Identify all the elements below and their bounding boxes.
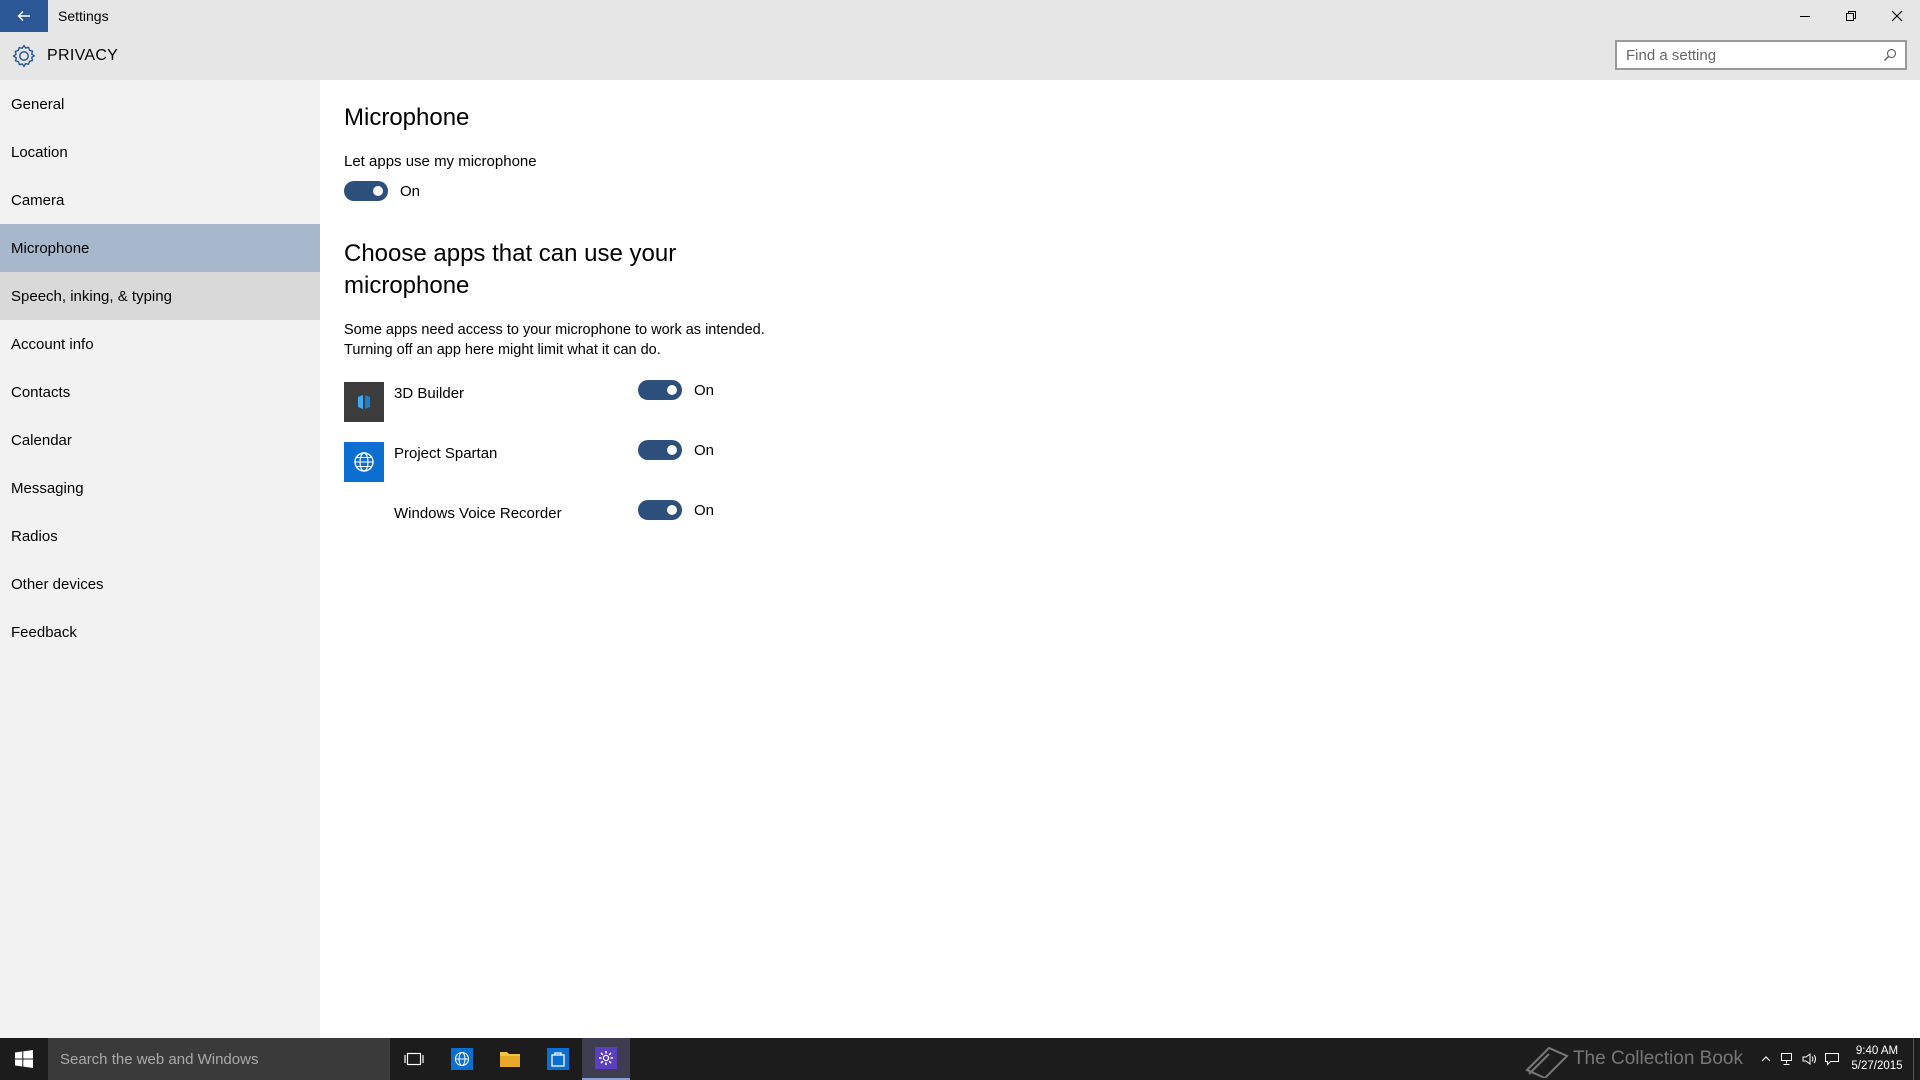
- toggle-knob: [373, 186, 383, 196]
- close-icon: [1891, 10, 1903, 22]
- sidebar-item-calendar[interactable]: Calendar: [0, 416, 320, 464]
- taskbar-browser-button[interactable]: [438, 1038, 486, 1080]
- action-center-button[interactable]: [1821, 1038, 1843, 1080]
- project-spartan-toggle[interactable]: [638, 440, 682, 460]
- master-microphone-toggle[interactable]: [344, 181, 388, 201]
- 3d-builder-tile: [344, 382, 384, 422]
- toggle-knob: [667, 505, 677, 515]
- minimize-icon: [1800, 16, 1810, 17]
- store-bag-icon: [547, 1048, 569, 1070]
- sidebar-item-contacts[interactable]: Contacts: [0, 368, 320, 416]
- desc-line2: Turning off an app here might limit what…: [344, 342, 661, 358]
- search-input[interactable]: [1617, 45, 1879, 65]
- browser-globe-icon: [451, 1048, 473, 1070]
- sidebar-item-speech[interactable]: Speech, inking, & typing: [0, 272, 320, 320]
- chevron-up-icon: [1761, 1056, 1771, 1062]
- apps-description: Some apps need access to your microphone…: [344, 320, 864, 360]
- sidebar-item-camera[interactable]: Camera: [0, 176, 320, 224]
- notification-icon: [1825, 1053, 1839, 1066]
- show-hidden-icons-button[interactable]: [1755, 1038, 1777, 1080]
- restore-icon: [1846, 11, 1856, 21]
- taskbar-file-explorer-button[interactable]: [486, 1038, 534, 1080]
- clock-date: 5/27/2015: [1851, 1060, 1903, 1072]
- show-desktop-button[interactable]: [1913, 1038, 1920, 1080]
- sidebar-item-feedback[interactable]: Feedback: [0, 608, 320, 656]
- taskbar-search-placeholder: Search the web and Windows: [60, 1050, 259, 1068]
- sidebar-item-microphone[interactable]: Microphone: [0, 224, 320, 272]
- watermark-text: The Collection Book: [1572, 1048, 1743, 1069]
- folder-icon: [500, 1052, 520, 1067]
- sidebar-item-messaging[interactable]: Messaging: [0, 464, 320, 512]
- taskbar-clock[interactable]: 9:40 AM 5/27/2015: [1849, 1044, 1905, 1074]
- main-content: Microphone Let apps use my microphone On…: [320, 80, 1920, 1038]
- globe-icon: [354, 452, 374, 472]
- project-spartan-toggle-state: On: [694, 442, 715, 459]
- taskbar: Search the web and Windows The Collectio…: [0, 1038, 1920, 1080]
- sidebar-item-general[interactable]: General: [0, 80, 320, 128]
- minimize-button[interactable]: [1782, 0, 1828, 32]
- back-arrow-icon: [17, 11, 30, 21]
- master-toggle-label: Let apps use my microphone: [344, 153, 537, 170]
- desc-line1: Some apps need access to your microphone…: [344, 322, 765, 338]
- sidebar-item-radios[interactable]: Radios: [0, 512, 320, 560]
- clock-time: 9:40 AM: [1855, 1045, 1899, 1057]
- sidebar-item-other-devices[interactable]: Other devices: [0, 560, 320, 608]
- apps-title-line1: Choose apps that can use your: [344, 240, 677, 267]
- book-icon: [1525, 1046, 1569, 1078]
- network-icon: [1781, 1053, 1792, 1065]
- apps-section-title: Choose apps that can use your microphone: [344, 238, 676, 302]
- voice-recorder-toggle-state: On: [694, 502, 715, 519]
- watermark: The Collection Book: [1521, 1040, 1743, 1078]
- master-toggle-state: On: [400, 183, 421, 200]
- settings-gear-icon: [595, 1047, 617, 1069]
- sidebar-nav: General Location Camera Microphone Speec…: [0, 80, 320, 1038]
- app-name-voice-recorder: Windows Voice Recorder: [394, 505, 562, 522]
- sidebar-item-account-info[interactable]: Account info: [0, 320, 320, 368]
- taskbar-search-box[interactable]: Search the web and Windows: [48, 1038, 390, 1080]
- system-tray: The Collection Book 9:40 AM 5/27/2015: [1521, 1038, 1920, 1080]
- project-spartan-tile: [344, 442, 384, 482]
- task-view-button[interactable]: [390, 1038, 438, 1080]
- restore-button[interactable]: [1828, 0, 1874, 32]
- title-bar: Settings: [0, 0, 1920, 32]
- close-button[interactable]: [1874, 0, 1920, 32]
- sidebar-item-location[interactable]: Location: [0, 128, 320, 176]
- 3d-builder-toggle[interactable]: [638, 380, 682, 400]
- gear-icon: [12, 44, 35, 68]
- window-controls: [1782, 0, 1920, 32]
- page-title: PRIVACY: [47, 47, 119, 64]
- windows-logo-icon: [15, 1050, 33, 1068]
- search-icon[interactable]: [1879, 44, 1901, 66]
- start-button[interactable]: [0, 1038, 48, 1080]
- voice-recorder-toggle[interactable]: [638, 500, 682, 520]
- section-title: Microphone: [344, 104, 470, 131]
- speaker-icon: [1802, 1053, 1816, 1065]
- app-title: Settings: [58, 8, 109, 24]
- network-button[interactable]: [1777, 1038, 1799, 1080]
- volume-button[interactable]: [1799, 1038, 1821, 1080]
- toggle-knob: [667, 385, 677, 395]
- 3d-builder-toggle-state: On: [694, 382, 715, 399]
- toggle-knob: [667, 445, 677, 455]
- taskbar-store-button[interactable]: [534, 1038, 582, 1080]
- apps-title-line2: microphone: [344, 272, 470, 299]
- back-button[interactable]: [0, 0, 48, 32]
- find-setting-box[interactable]: [1615, 40, 1907, 70]
- settings-header: PRIVACY: [0, 32, 1920, 80]
- 3d-builder-icon: [358, 395, 370, 409]
- task-view-icon: [404, 1052, 424, 1066]
- app-name-project-spartan: Project Spartan: [394, 445, 498, 462]
- taskbar-settings-button[interactable]: [582, 1038, 630, 1080]
- app-name-3d-builder: 3D Builder: [394, 385, 465, 402]
